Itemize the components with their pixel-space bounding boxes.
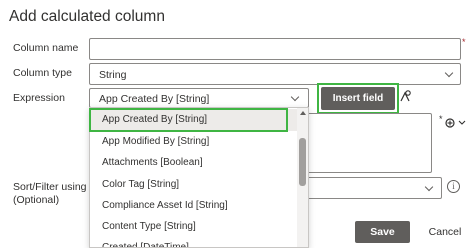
dropdown-item-compliance-asset-id[interactable]: Compliance Asset Id [String] [90,195,297,217]
dropdown-scrollbar[interactable] [297,108,308,247]
chevron-down-icon [444,68,454,78]
expression-field-select[interactable]: App Created By [String] [89,88,309,108]
insert-field-button[interactable]: Insert field [321,87,395,110]
dropdown-item-color-tag[interactable]: Color Tag [String] [90,174,297,196]
dialog-title: Add calculated column [9,8,165,25]
expression-textarea[interactable] [300,113,432,173]
dropdown-item-created[interactable]: Created [DateTime] [90,237,297,247]
required-marker: * [462,37,466,47]
column-type-select[interactable]: String [89,63,461,85]
dropdown-item-attachments[interactable]: Attachments [Boolean] [90,152,297,174]
cancel-button[interactable]: Cancel [420,221,470,243]
scroll-up-arrow-icon[interactable] [300,111,306,115]
dropdown-item-app-modified-by[interactable]: App Modified By [String] [90,131,297,153]
column-type-value: String [99,69,127,81]
sort-filter-select[interactable] [300,177,442,199]
dropdown-item-content-type[interactable]: Content Type [String] [90,216,297,238]
column-name-input[interactable] [89,38,461,60]
column-name-label: Column name [13,42,79,54]
selected-item-highlight [89,108,288,132]
column-type-label: Column type [13,67,72,79]
sort-filter-label: Sort/Filter using [13,181,87,193]
formula-function-icon[interactable] [398,89,412,103]
save-button[interactable]: Save [355,221,410,243]
sort-filter-optional-label: (Optional) [13,194,60,206]
chevron-down-icon [290,92,300,102]
expression-label: Expression [13,92,65,104]
add-action-icon[interactable]: * [438,114,468,130]
info-icon[interactable]: i [447,180,460,193]
scrollbar-thumb[interactable] [299,138,306,186]
expression-select-value: App Created By [String] [99,93,210,105]
chevron-down-icon [424,182,434,192]
svg-text:*: * [439,114,443,124]
